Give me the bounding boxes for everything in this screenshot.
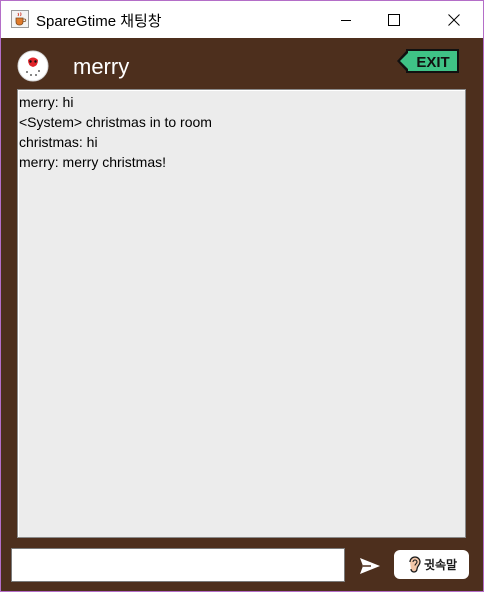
window-title: SpareGtime 채팅창	[36, 13, 162, 30]
username-label: merry	[73, 54, 130, 79]
minimize-icon	[341, 19, 351, 21]
whisper-button[interactable]: 귓속말	[394, 550, 469, 579]
chat-message: christmas: hi	[19, 134, 98, 150]
message-input[interactable]	[11, 548, 345, 582]
ear-icon	[409, 555, 421, 573]
whisper-label: 귓속말	[423, 558, 458, 572]
exit-label: EXIT	[416, 54, 449, 71]
close-button[interactable]	[431, 1, 477, 38]
chat-message: <System> christmas in to room	[19, 114, 212, 130]
snowman-avatar-icon	[17, 50, 49, 82]
java-coffee-icon	[11, 10, 29, 28]
minimize-button[interactable]	[323, 1, 369, 38]
chat-log[interactable]: merry: hi <System> christmas in to room …	[17, 89, 466, 538]
chat-message: merry: merry christmas!	[19, 154, 166, 170]
send-button[interactable]	[359, 557, 381, 575]
close-icon	[448, 13, 460, 26]
chat-window: SpareGtime 채팅창 merry EXIT merry: hi <Sys…	[0, 0, 484, 592]
title-bar[interactable]: SpareGtime 채팅창	[1, 1, 483, 38]
exit-button[interactable]: EXIT	[396, 48, 460, 74]
maximize-button[interactable]	[371, 1, 417, 38]
send-arrow-icon	[360, 558, 380, 574]
chat-header: merry EXIT	[1, 38, 483, 88]
maximize-icon	[388, 13, 400, 26]
chat-message: merry: hi	[19, 94, 74, 110]
exit-sign-icon: EXIT	[397, 49, 459, 73]
